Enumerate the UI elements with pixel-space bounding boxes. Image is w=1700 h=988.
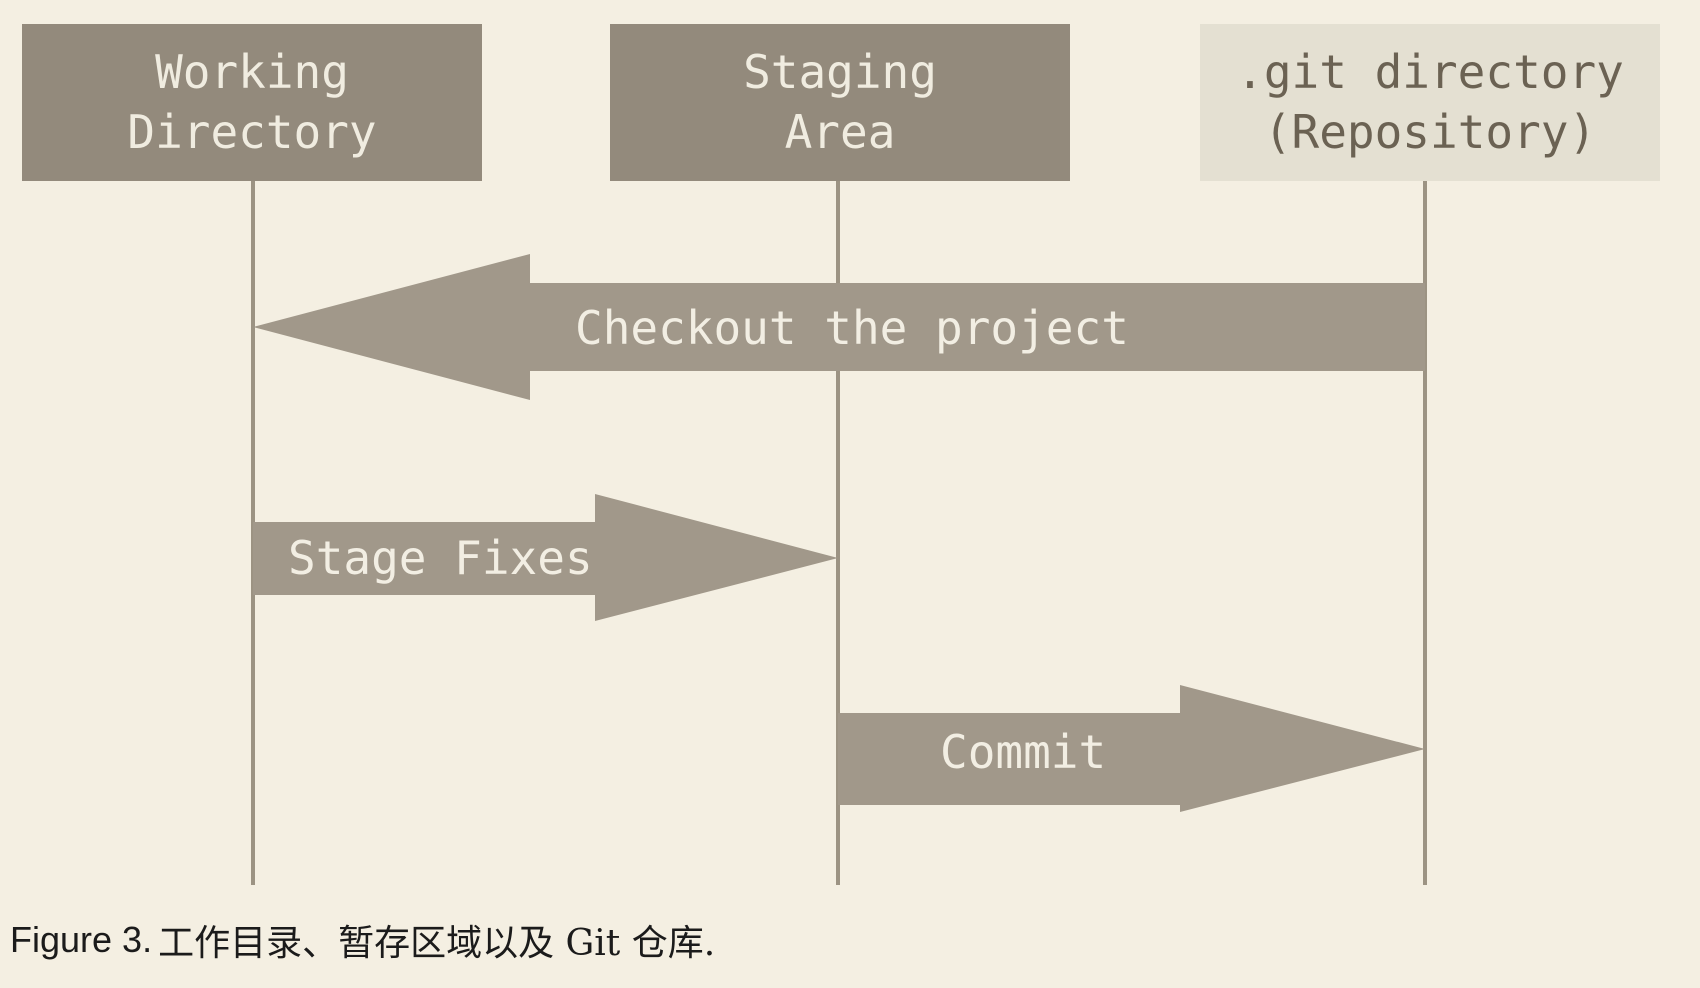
arrow-stage-fixes-label: Stage Fixes (288, 531, 593, 585)
arrow-commit-label: Commit (940, 725, 1106, 779)
node-staging-area[interactable]: Staging Area (610, 24, 1070, 181)
node-git-directory[interactable]: .git directory (Repository) (1200, 24, 1660, 181)
node-working-directory-line2: Directory (127, 105, 376, 159)
git-workflow-figure: Checkout the project Stage Fixes Commit … (0, 0, 1700, 988)
figure-caption-prefix: Figure 3. (10, 919, 153, 960)
figure-caption-text: 工作目录、暂存区域以及 Git 仓库. (158, 923, 716, 964)
arrow-commit-shape (838, 685, 1425, 812)
arrow-stage-fixes[interactable]: Stage Fixes (253, 494, 838, 621)
node-git-directory-line1: .git directory (1236, 45, 1624, 99)
node-staging-area-line1: Staging (743, 45, 937, 99)
figure-caption: Figure 3. 工作目录、暂存区域以及 Git 仓库. (10, 900, 1690, 980)
git-areas-diagram: Checkout the project Stage Fixes Commit … (22, 24, 1660, 885)
arrow-checkout-label: Checkout the project (575, 301, 1129, 355)
node-working-directory-line1: Working (155, 45, 349, 99)
arrow-commit[interactable]: Commit (838, 685, 1425, 812)
node-staging-area-line2: Area (785, 105, 896, 159)
node-working-directory[interactable]: Working Directory (22, 24, 482, 181)
node-git-directory-line2: (Repository) (1264, 105, 1596, 159)
